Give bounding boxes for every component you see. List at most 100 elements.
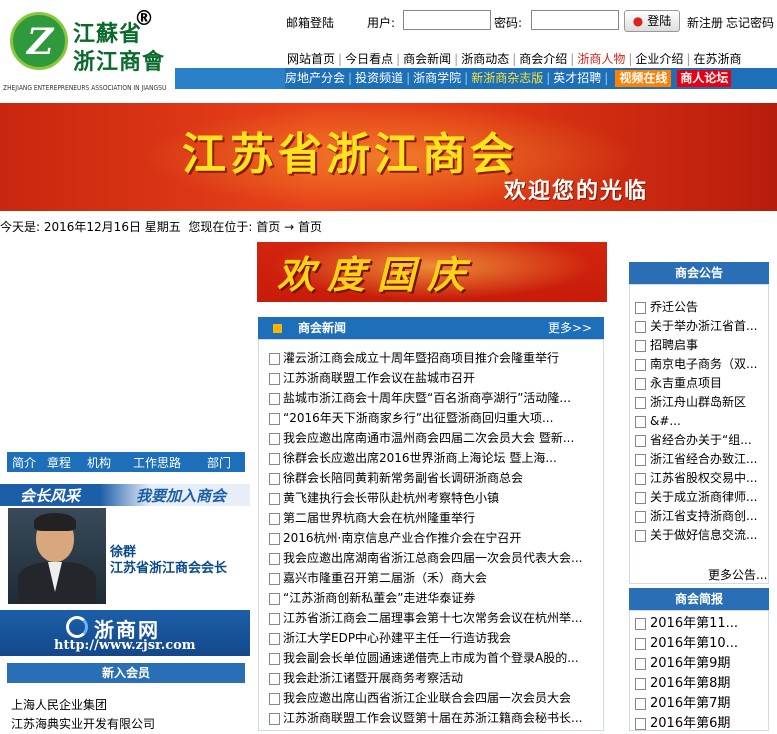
nav-item-trends[interactable]: 浙商动态	[461, 52, 509, 66]
tab-president[interactable]: 会长风采	[20, 485, 80, 506]
notice-item[interactable]: 关于成立浙商律师...	[634, 488, 774, 507]
new-members-list: 上海人民企业集团 江苏海典实业开发有限公司	[11, 696, 155, 734]
password-input[interactable]	[531, 10, 619, 30]
nav-item-jobs[interactable]: 英才招聘	[553, 71, 601, 85]
site-logo[interactable]: 江蘇省 浙江商會 ® ZHEJIANG ENTEREPRENEURS ASSOC…	[0, 0, 175, 100]
nav-item-about[interactable]: 商会介绍	[519, 52, 567, 66]
news-item[interactable]: 我会应邀出席山西省浙江企业联合会四届一次会员大会	[267, 688, 602, 708]
news-header-title: 商会新闻	[298, 321, 347, 335]
news-item[interactable]: 第二届世界杭商大会在杭州隆重举行	[267, 508, 602, 528]
nav-item-magazine[interactable]: 新浙商杂志版	[471, 71, 543, 85]
username-label: 用户:	[367, 16, 396, 30]
breadcrumb-current[interactable]: 首页	[298, 220, 322, 234]
zjsr-logo-icon	[66, 616, 88, 638]
new-member-item[interactable]: 上海人民企业集团	[11, 696, 155, 715]
news-item[interactable]: 江苏浙商联盟工作会议暨第十届在苏浙江籍商会秘书长...	[267, 708, 602, 728]
nav-item-companies[interactable]: 企业介绍	[635, 52, 683, 66]
square-bullet-icon	[273, 324, 282, 333]
location-label: 您现在位于:	[188, 220, 253, 234]
president-title: 江苏省浙江商会会长	[110, 561, 228, 576]
banner-welcome: 欢迎您的光临	[504, 178, 649, 204]
nav-item-home[interactable]: 网站首页	[287, 52, 335, 66]
journal-item[interactable]: 2016年第6期	[634, 714, 774, 734]
logo-emblem-icon	[10, 12, 68, 70]
news-item[interactable]: 我会应邀出席南通市温州商会四届二次会员大会 暨新...	[267, 428, 602, 448]
news-header: 商会新闻 更多>>	[258, 317, 604, 339]
nav-item-academy[interactable]: 浙商学院	[413, 71, 461, 85]
notices-header: 商会公告	[629, 262, 769, 284]
mail-login-link[interactable]: 邮箱登陆	[286, 14, 334, 31]
news-item[interactable]: 灌云浙江商会成立十周年暨招商项目推介会隆重举行	[267, 348, 602, 368]
news-item[interactable]: 徐群会长应邀出席2016世界浙商上海论坛 暨上海...	[267, 448, 602, 468]
hero-banner: 江苏省浙江商会 欢迎您的光临	[0, 103, 777, 211]
nav-intro[interactable]: 简介	[12, 454, 36, 471]
nav-departments[interactable]: 部门	[207, 454, 231, 471]
register-link[interactable]: 新注册	[687, 14, 723, 31]
news-item[interactable]: 徐群会长陪同黄莉新常务副省长调研浙商总会	[267, 468, 602, 488]
news-item[interactable]: 我会赴浙江诸暨开展商务考察活动	[267, 668, 602, 688]
national-day-title: 欢度国庆	[277, 252, 478, 297]
news-item[interactable]: “2016年天下浙商家乡行”出征暨浙商回归重大项...	[267, 408, 602, 428]
new-member-item[interactable]: 江苏海典实业开发有限公司	[11, 715, 155, 734]
notice-item[interactable]: 南京电子商务（双...	[634, 355, 774, 374]
video-online-button[interactable]: 视频在线	[615, 70, 672, 87]
news-item[interactable]: 我会应邀出席湖南省浙江总商会四届一次会员代表大会...	[267, 548, 602, 568]
news-item[interactable]: 嘉兴市隆重召开第二届浙（禾）商大会	[267, 568, 602, 588]
journal-header: 商会简报	[629, 588, 769, 610]
journal-item[interactable]: 2016年第10...	[634, 634, 774, 654]
login-bar: 邮箱登陆 用户: 密码: 登陆 新注册 忘记密码	[270, 10, 777, 34]
registered-mark: ®	[134, 6, 154, 30]
journal-item[interactable]: 2016年第9期	[634, 654, 774, 674]
dateline: 今天是: 2016年12月16日 星期五 您现在位于: 首页 → 首页	[0, 218, 322, 235]
nav-work-plan[interactable]: 工作思路	[133, 454, 181, 471]
notice-item[interactable]: 浙江省支持浙商创...	[634, 507, 774, 526]
journal-item[interactable]: 2016年第8期	[634, 674, 774, 694]
journal-item[interactable]: 2016年第11...	[634, 614, 774, 634]
nav-item-investment[interactable]: 投资频道	[355, 71, 403, 85]
notice-item[interactable]: 江苏省股权交易中...	[634, 469, 774, 488]
sub-navigation: 房地产分会 | 投资频道 | 浙商学院 | 新浙商杂志版 | 英才招聘 | 视频在线 商人论坛	[175, 68, 777, 89]
notices-list: 乔迁公告 关于举办浙江省首... 招聘启事 南京电子商务（双... 永吉重点项目…	[634, 298, 774, 545]
news-item[interactable]: 浙江大学EDP中心孙建平主任一行造访我会	[267, 628, 602, 648]
forum-button[interactable]: 商人论坛	[677, 70, 732, 87]
nav-item-people[interactable]: 浙商人物	[577, 52, 625, 66]
notice-item[interactable]: 乔迁公告	[634, 298, 774, 317]
login-button[interactable]: 登陆	[624, 10, 680, 32]
nav-item-news[interactable]: 商会新闻	[403, 52, 451, 66]
breadcrumb-home[interactable]: 首页	[256, 220, 280, 234]
nav-item-realestate[interactable]: 房地产分会	[285, 71, 345, 85]
notice-item-cont[interactable]: &#...	[634, 412, 774, 431]
notice-item[interactable]: 浙江舟山群岛新区	[634, 393, 774, 412]
news-list: 灌云浙江商会成立十周年暨招商项目推介会隆重举行 江苏浙商联盟工作会议在盐城市召开…	[267, 348, 602, 728]
nav-charter[interactable]: 章程	[47, 454, 71, 471]
journal-item[interactable]: 2016年第7期	[634, 694, 774, 714]
notice-item[interactable]: 省经合办关于“组...	[634, 431, 774, 450]
zjsr-ad-banner[interactable]: 浙商网 http://www.zjsr.com	[0, 610, 250, 656]
national-day-banner[interactable]: 欢度国庆	[257, 242, 607, 302]
news-item[interactable]: 2016杭州·南京信息产业合作推介会在宁召开	[267, 528, 602, 548]
logo-text-line2: 浙江商會	[73, 49, 166, 75]
news-item[interactable]: 江苏省浙江商会二届理事会第十七次常务会议在杭州举...	[267, 608, 602, 628]
nav-organization[interactable]: 机构	[87, 454, 111, 471]
banner-title: 江苏省浙江商会	[182, 129, 518, 180]
nav-item-today[interactable]: 今日看点	[345, 52, 393, 66]
tab-join[interactable]: 我要加入商会	[136, 485, 226, 506]
notice-item[interactable]: 招聘启事	[634, 336, 774, 355]
news-item[interactable]: 盐城市浙江商会十周年庆暨“百名浙商亭湖行”活动隆...	[267, 388, 602, 408]
zjsr-url: http://www.zjsr.com	[54, 638, 196, 653]
forgot-password-link[interactable]: 忘记密码	[726, 14, 774, 31]
news-item[interactable]: 我会副会长单位圆通速递借壳上市成为首个登录A股的...	[267, 648, 602, 668]
notice-item[interactable]: 关于做好信息交流...	[634, 526, 774, 545]
top-navigation: 网站首页 | 今日看点 | 商会新闻 | 浙商动态 | 商会介绍 | 浙商人物 | 企业介绍 | 在苏浙商	[287, 52, 742, 66]
notice-item[interactable]: 永吉重点项目	[634, 374, 774, 393]
notices-more-link[interactable]: 更多公告...	[708, 566, 767, 583]
news-item[interactable]: 黄飞建执行会长带队赴杭州考察特色小镇	[267, 488, 602, 508]
nav-item-in-jiangsu[interactable]: 在苏浙商	[693, 52, 741, 66]
news-item[interactable]: 江苏浙商联盟工作会议在盐城市召开	[267, 368, 602, 388]
notice-item[interactable]: 关于举办浙江省首...	[634, 317, 774, 336]
notice-item[interactable]: 浙江省经合办致江...	[634, 450, 774, 469]
username-input[interactable]	[403, 10, 491, 30]
logo-english-name: ZHEJIANG ENTEREPRENEURS ASSOCIATION IN J…	[3, 84, 167, 92]
news-more-link[interactable]: 更多>>	[548, 317, 592, 339]
news-item[interactable]: “江苏浙商创新私董会”走进华泰证券	[267, 588, 602, 608]
